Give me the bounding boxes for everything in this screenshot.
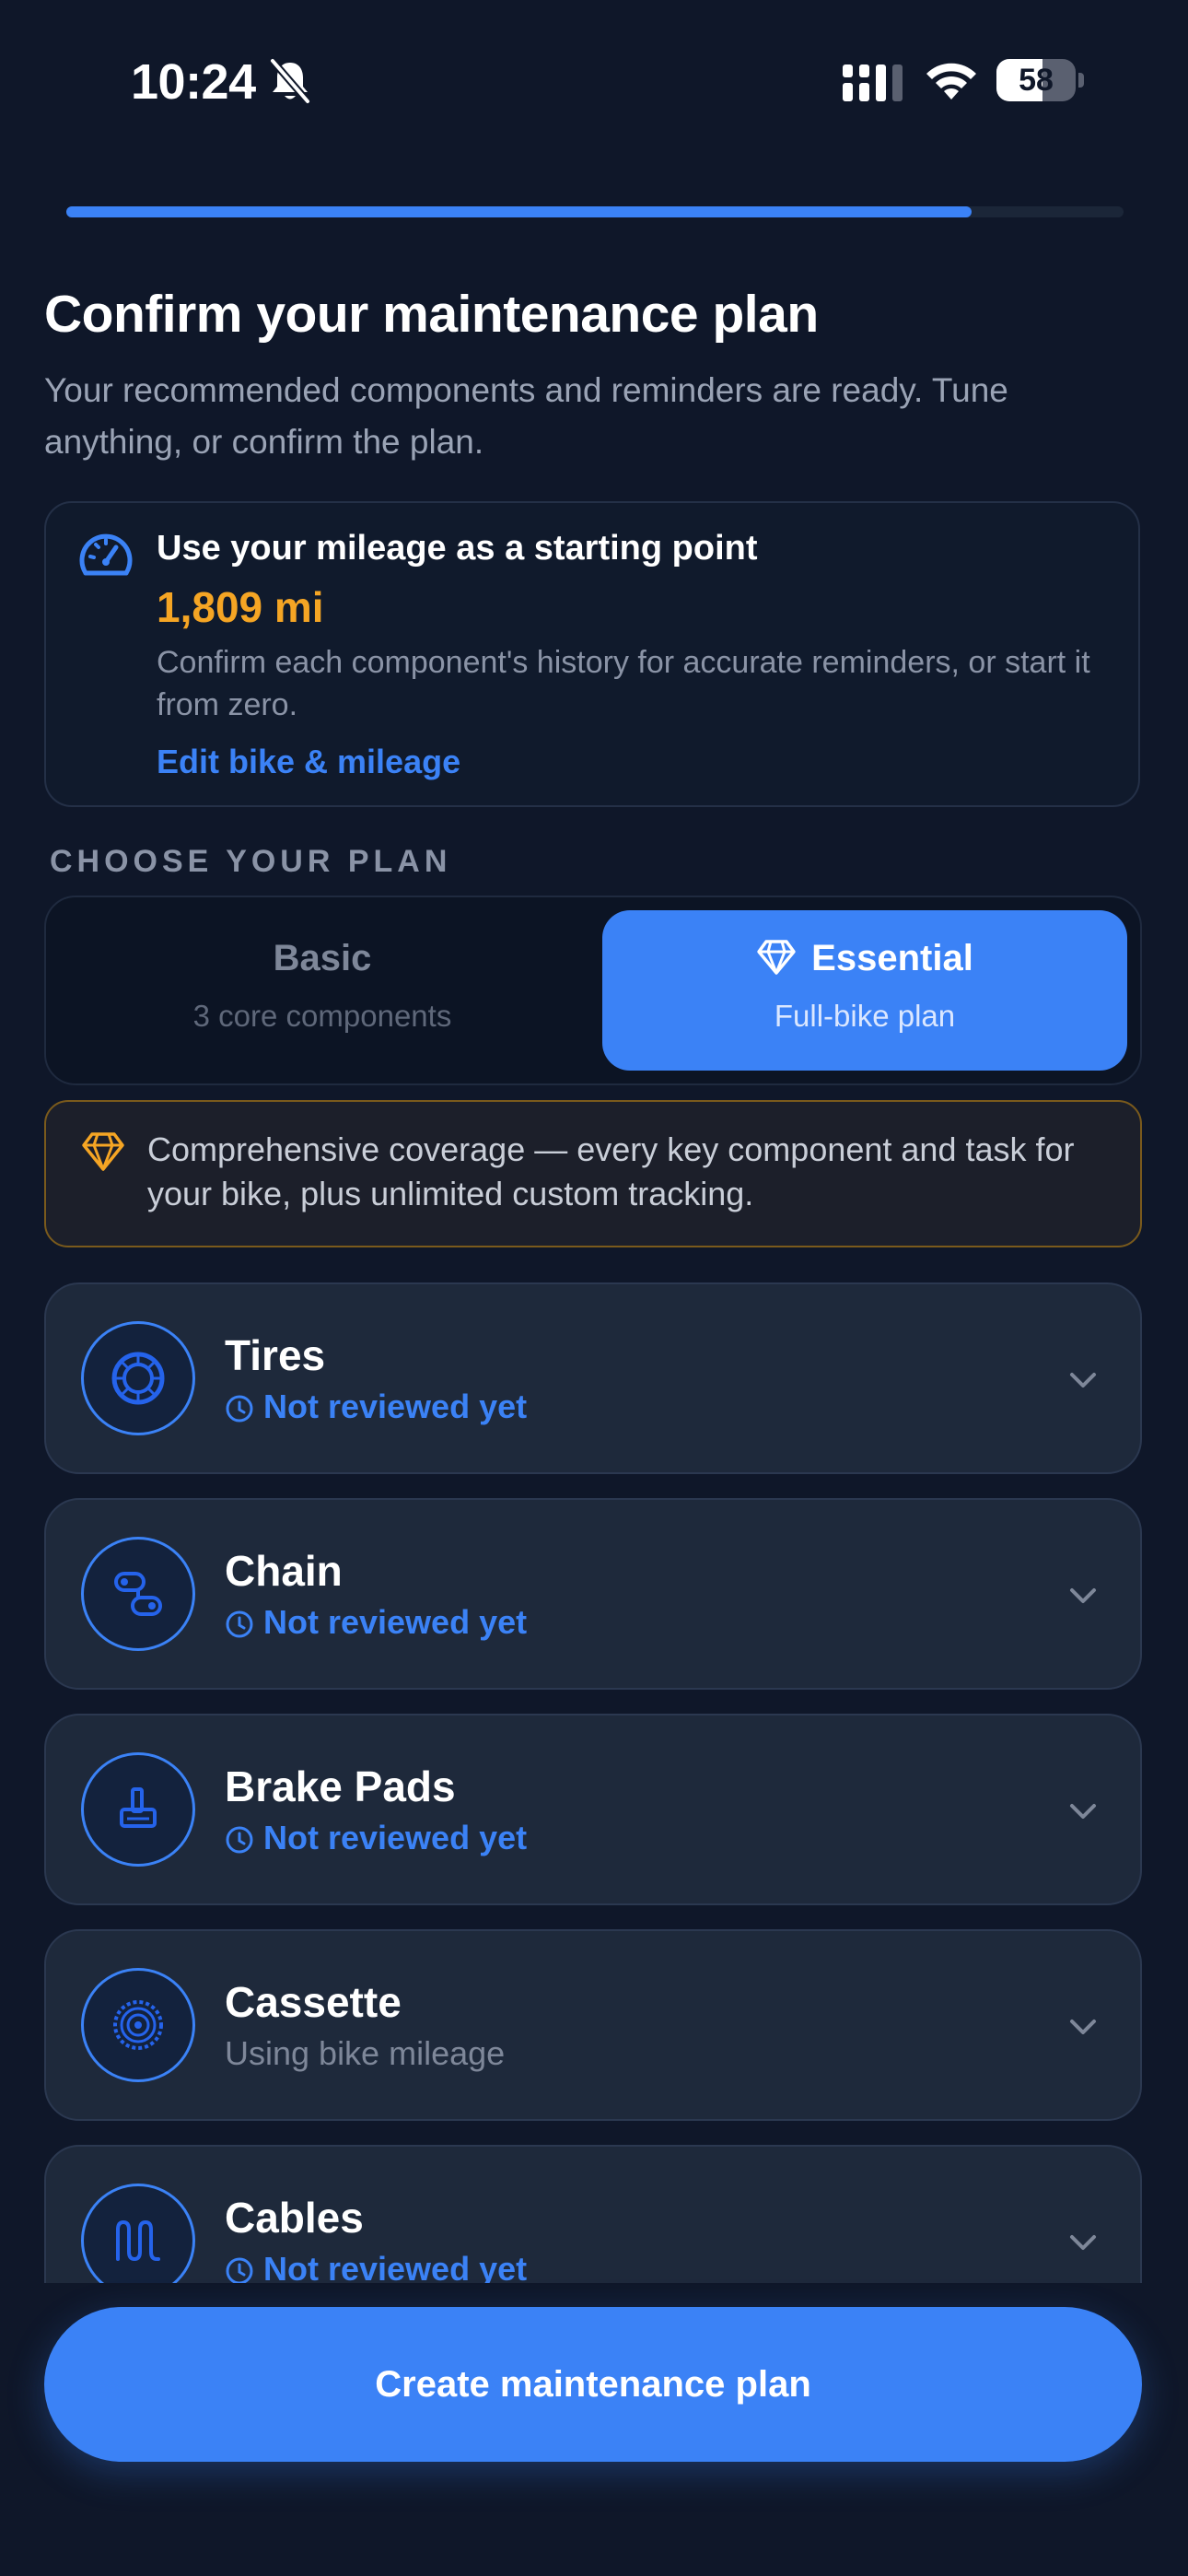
component-status: Using bike mileage [225,2034,506,2072]
page-subtitle: Your recommended components and reminder… [44,371,1008,461]
plan-basic-title: Basic [273,938,372,978]
component-status: Not reviewed yet [225,2250,527,2283]
clock-icon [226,1826,253,1854]
component-name: Cables [225,2194,364,2242]
chevron-down-icon [1070,1588,1096,1603]
progress-fill [66,206,972,217]
brake-pad-icon [120,1787,157,1828]
plan-option-basic[interactable]: Basic 3 core components [55,910,589,1069]
component-card-brake-pads[interactable]: Brake Pads Not reviewed yet [44,1714,1142,1905]
component-name: Tires [225,1331,326,1379]
chevron-down-icon [1070,2020,1096,2034]
component-name: Brake Pads [225,1762,456,1810]
tire-icon [111,1352,165,1405]
create-maintenance-plan-button[interactable]: Create maintenance plan [44,2307,1142,2462]
clock-icon [226,1395,253,1423]
mileage-heading: Use your mileage as a starting point [157,529,758,568]
mileage-description: Confirm each component's history for acc… [157,645,1090,722]
component-card-tires[interactable]: Tires Not reviewed yet [44,1282,1142,1474]
battery-level: 58 [1019,63,1054,98]
component-list: Tires Not reviewed yet Chain Not reviewe… [0,1271,1188,2283]
wifi-icon [926,63,976,100]
component-status: Not reviewed yet [225,1603,527,1642]
plan-option-essential[interactable]: Essential Full-bike plan [602,910,1127,1071]
component-name: Cassette [225,1978,402,2026]
onboarding-progress-bar [66,206,1124,217]
component-card-cables[interactable]: Cables Not reviewed yet [44,2145,1142,2283]
diamond-icon [82,1132,124,1171]
clock-icon [226,2257,253,2283]
cable-icon [116,2219,160,2262]
cellular-signal-icon [843,64,903,101]
plan-basic-subtitle: 3 core components [192,999,452,1033]
page-title: Confirm your maintenance plan [44,285,819,344]
chevron-down-icon [1070,1804,1096,1819]
status-time: 10:24 [131,54,256,110]
component-card-cassette[interactable]: Cassette Using bike mileage [44,1929,1142,2121]
component-name: Chain [225,1547,343,1595]
chevron-down-icon [1070,2235,1096,2250]
plan-essential-title: Essential [811,938,973,978]
component-card-chain[interactable]: Chain Not reviewed yet [44,1498,1142,1690]
coverage-banner-text: Comprehensive coverage — every key compo… [147,1130,1075,1212]
battery-indicator: 58 [996,59,1085,101]
edit-bike-mileage-link[interactable]: Edit bike & mileage [157,743,460,781]
chain-icon [114,1572,162,1616]
plan-section-label: CHOOSE YOUR PLAN [50,844,452,879]
chevron-down-icon [1070,1373,1096,1388]
clock-icon [226,1610,253,1638]
component-status: Not reviewed yet [225,1388,527,1426]
mileage-value: 1,809 mi [157,583,324,631]
cassette-icon [113,2000,163,2050]
component-status: Not reviewed yet [225,1819,527,1857]
speedometer-icon [79,533,133,576]
diamond-icon [757,940,796,975]
plan-essential-subtitle: Full-bike plan [774,999,956,1033]
bell-muted-icon [269,57,311,105]
